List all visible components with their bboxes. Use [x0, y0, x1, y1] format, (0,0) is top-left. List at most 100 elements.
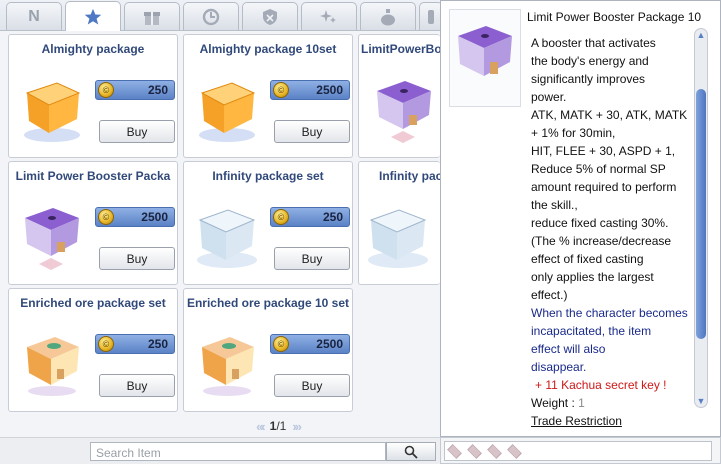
buy-button[interactable]: Buy	[274, 120, 350, 143]
item-card[interactable]: Almighty package 10set © 2500 Buy	[183, 34, 353, 158]
tooltip-title: Limit Power Booster Package 10 s	[527, 10, 701, 24]
pagination: «‹ 1/1 ›»	[218, 418, 338, 434]
ice-box-icon	[363, 192, 433, 272]
item-title: Infinity package set	[212, 169, 324, 183]
bonus-line: + 11 Kachua secret key !	[535, 378, 667, 392]
buy-button[interactable]: Buy	[99, 120, 175, 143]
scroll-up-icon[interactable]: ▲	[695, 29, 707, 41]
gift-box-icon	[144, 11, 160, 25]
price-bar: © 250	[270, 207, 350, 227]
purple-box-icon	[449, 9, 521, 107]
purple-box-icon	[369, 65, 439, 145]
weight-label: Weight :	[531, 396, 579, 410]
item-card[interactable]: Limit Power Booster Packa © 2500 Buy	[8, 161, 178, 285]
shield-icon	[263, 8, 277, 25]
buy-button[interactable]: Buy	[274, 247, 350, 270]
description-line: + 1% for 30min,	[531, 126, 616, 140]
buy-button[interactable]: Buy	[99, 247, 175, 270]
price-bar: © 2500	[270, 334, 350, 354]
warning-line: incapacitated, the item	[531, 324, 652, 338]
item-price: 250	[147, 83, 168, 97]
tab-icon	[428, 9, 434, 24]
tab-sparkle[interactable]	[301, 2, 357, 30]
coin-icon: ©	[273, 336, 289, 352]
coin-icon: ©	[98, 336, 114, 352]
description-line: HIT, FLEE + 30, ASPD + 1,	[531, 144, 676, 158]
warning-line: disappear.	[531, 360, 587, 374]
price-bar: © 250	[95, 334, 175, 354]
orange-box-icon	[192, 65, 262, 145]
description-line: (The % increase/decrease	[531, 234, 672, 248]
coin-icon: ©	[273, 209, 289, 225]
empty-slot-icon	[507, 443, 522, 459]
tab-gift-box[interactable]	[124, 2, 180, 30]
ore-box-icon	[192, 319, 262, 399]
description-line: the skill.,	[531, 198, 578, 212]
item-title: Almighty package 10set	[199, 42, 337, 56]
item-title: Limit Power Booster Packa	[15, 169, 171, 183]
search-icon	[404, 445, 418, 459]
description-line: the body's energy and	[531, 54, 649, 68]
search-input[interactable]: Search Item	[90, 442, 386, 461]
item-price: 2500	[316, 83, 343, 97]
price-bar: © 2500	[270, 80, 350, 100]
tab-favorites[interactable]	[65, 1, 121, 32]
category-tab-bar: N	[0, 0, 443, 32]
description-line: ATK, MATK + 30, ATK, MATK	[531, 108, 688, 122]
item-price: 250	[147, 337, 168, 351]
warning-line: effect will also	[531, 342, 606, 356]
item-price: 2500	[316, 337, 343, 351]
item-card[interactable]: Enriched ore package set © 250 Buy	[8, 288, 178, 412]
description-line: effect of fixed casting	[531, 252, 644, 266]
search-button[interactable]	[386, 442, 436, 461]
orange-box-icon	[17, 65, 87, 145]
item-tooltip: Limit Power Booster Package 10 s A boost…	[440, 0, 721, 437]
coin-icon: ©	[273, 82, 289, 98]
item-title: LimitPowerBo	[361, 42, 440, 56]
weight-row: Weight : 1	[531, 394, 703, 412]
description-line: amount required to perform	[531, 180, 677, 194]
item-card[interactable]: Infinity pac	[358, 161, 440, 285]
prev-page-button[interactable]: «‹	[256, 419, 265, 434]
tooltip-scrollbar[interactable]: ▲ ▼	[694, 28, 708, 408]
empty-slot-icon	[447, 443, 462, 459]
item-title: Infinity pac	[379, 169, 440, 183]
star-icon	[84, 8, 102, 25]
description-line: reduce fixed casting 30%.	[531, 216, 669, 230]
description-line: A booster that activates	[531, 36, 656, 50]
next-page-button[interactable]: ›»	[292, 419, 301, 434]
price-bar: © 2500	[95, 207, 175, 227]
potion-icon	[381, 8, 395, 25]
scroll-down-icon[interactable]: ▼	[695, 395, 707, 407]
weight-value: 1	[578, 396, 585, 410]
buy-button[interactable]: Buy	[99, 374, 175, 397]
empty-slot-icon	[487, 443, 502, 459]
description-line: power.	[531, 90, 567, 104]
tab-clock[interactable]	[183, 2, 239, 30]
tooltip-description: A booster that activates the body's ener…	[531, 34, 703, 430]
item-card[interactable]: Infinity package set © 250 Buy	[183, 161, 353, 285]
ore-box-icon	[17, 319, 87, 399]
price-bar: © 250	[95, 80, 175, 100]
description-line: significantly improves	[531, 72, 646, 86]
buy-button[interactable]: Buy	[274, 374, 350, 397]
warning-line: When the character becomes	[531, 306, 688, 320]
item-card[interactable]: Almighty package © 250 Buy	[8, 34, 178, 158]
clock-icon	[202, 8, 220, 25]
card-slots	[444, 441, 712, 461]
item-card[interactable]: Enriched ore package 10 set © 2500 Buy	[183, 288, 353, 412]
description-line: Reduce 5% of normal SP	[531, 162, 666, 176]
total-pages: 1	[279, 419, 287, 433]
scrollbar-thumb[interactable]	[696, 89, 706, 339]
coin-icon: ©	[98, 82, 114, 98]
item-card[interactable]: LimitPowerBo	[358, 34, 440, 158]
tab-new-label: N	[28, 7, 40, 25]
item-price: 2500	[141, 210, 168, 224]
tab-new[interactable]: N	[6, 2, 62, 30]
tab-shield[interactable]	[242, 2, 298, 30]
trade-restriction-link[interactable]: Trade Restriction	[531, 412, 703, 430]
tab-potion[interactable]	[360, 2, 416, 30]
ice-box-icon	[192, 192, 262, 272]
description-line: effect.)	[531, 288, 568, 302]
empty-slot-icon	[467, 443, 482, 459]
